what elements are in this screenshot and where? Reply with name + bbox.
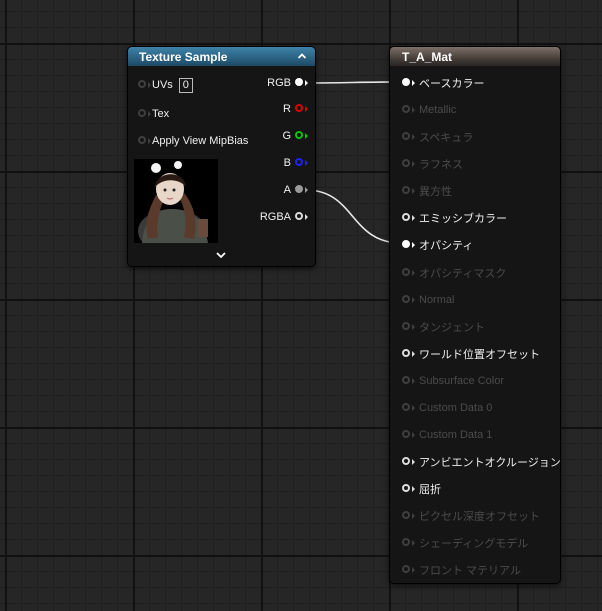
uvs-value-field[interactable]: 0 [178, 77, 193, 93]
material-input-pin[interactable] [402, 78, 416, 88]
rgba-pin[interactable] [295, 212, 309, 222]
output-rgba[interactable]: RGBA [260, 209, 309, 225]
material-input-row[interactable]: タンジェント [402, 319, 485, 335]
material-input-label: Metallic [419, 104, 457, 116]
material-input-row[interactable]: Custom Data 0 [402, 400, 492, 416]
material-input-label: 異方性 [419, 186, 452, 198]
material-input-label: スペキュラ [419, 132, 474, 144]
material-input-row[interactable]: フロント マテリアル [402, 562, 521, 578]
material-input-label: ピクセル深度オフセット [419, 511, 540, 523]
material-input-label: Custom Data 1 [419, 429, 493, 441]
texture-sample-node[interactable]: Texture Sample UVs 0 Tex Apply View MipB… [127, 46, 316, 267]
material-input-pin[interactable] [402, 159, 416, 169]
material-input-row[interactable]: Normal [402, 292, 454, 308]
chevron-up-icon[interactable] [297, 51, 307, 61]
material-header[interactable]: T_A_Mat [390, 47, 560, 66]
material-input-label: タンジェント [419, 322, 485, 334]
material-input-label: オパシティマスク [419, 268, 507, 280]
material-input-pin[interactable] [402, 538, 416, 548]
g-label: G [282, 130, 291, 142]
material-input-row[interactable]: エミッシブカラー [402, 210, 507, 226]
tex-label: Tex [152, 108, 170, 120]
material-input-label: Custom Data 0 [419, 402, 493, 414]
output-a[interactable]: A [284, 182, 309, 198]
g-pin[interactable] [295, 131, 309, 141]
texture-preview-thumbnail [134, 159, 218, 243]
texture-sample-header[interactable]: Texture Sample [128, 47, 315, 66]
r-pin[interactable] [295, 104, 309, 114]
wire-rgb-to-base-color[interactable] [305, 81, 402, 84]
wire-a-to-opacity[interactable] [305, 189, 402, 244]
material-input-pin[interactable] [402, 240, 416, 250]
material-input-label: Subsurface Color [419, 375, 504, 387]
material-input-row[interactable]: ベースカラー [402, 75, 484, 91]
material-input-label: オパシティ [419, 240, 474, 252]
material-input-pin[interactable] [402, 376, 416, 386]
material-input-row[interactable]: オパシティマスク [402, 265, 506, 281]
material-input-row[interactable]: シェーディングモデル [402, 535, 528, 551]
chevron-down-icon[interactable] [215, 250, 227, 260]
material-input-label: Normal [419, 294, 455, 306]
mipbias-pin[interactable] [138, 136, 152, 146]
material-input-pin[interactable] [402, 132, 416, 142]
material-input-pin[interactable] [402, 511, 416, 521]
material-input-row[interactable]: 異方性 [402, 183, 452, 199]
material-input-label: アンビエントオクルージョン [419, 457, 561, 469]
input-tex[interactable]: Tex [138, 106, 169, 122]
uvs-pin[interactable] [138, 80, 152, 90]
r-label: R [283, 103, 291, 115]
output-rgb[interactable]: RGB [267, 75, 309, 91]
material-input-row[interactable]: Custom Data 1 [402, 427, 492, 443]
rgba-label: RGBA [259, 211, 291, 223]
material-input-row[interactable]: ワールド位置オフセット [402, 346, 540, 362]
a-label: A [283, 184, 291, 196]
b-label: B [283, 157, 291, 169]
material-input-row[interactable]: ラフネス [402, 156, 463, 172]
material-input-pin[interactable] [402, 430, 416, 440]
material-input-row[interactable]: ピクセル深度オフセット [402, 508, 540, 524]
mipbias-label: Apply View MipBias [152, 135, 249, 147]
output-b[interactable]: B [284, 155, 309, 171]
material-input-row[interactable]: アンビエントオクルージョン [402, 454, 561, 470]
material-input-pin[interactable] [402, 403, 416, 413]
node-title: T_A_Mat [402, 50, 453, 64]
material-input-label: シェーディングモデル [419, 538, 529, 550]
material-input-row[interactable]: Subsurface Color [402, 373, 504, 389]
material-input-row[interactable]: 屈折 [402, 481, 441, 497]
output-g[interactable]: G [282, 128, 309, 144]
material-input-pin[interactable] [402, 268, 416, 278]
material-input-pin[interactable] [402, 484, 416, 494]
rgb-label: RGB [267, 77, 291, 89]
material-input-label: ラフネス [419, 159, 463, 171]
material-input-row[interactable]: スペキュラ [402, 129, 473, 145]
uvs-label: UVs [152, 79, 173, 91]
material-input-label: ワールド位置オフセット [419, 349, 540, 361]
material-input-pin[interactable] [402, 186, 416, 196]
material-input-pin[interactable] [402, 565, 416, 575]
material-input-label: ベースカラー [419, 78, 485, 90]
material-input-pin[interactable] [402, 213, 416, 223]
rgb-pin[interactable] [295, 78, 309, 88]
material-input-label: フロント マテリアル [419, 565, 521, 577]
material-input-row[interactable]: Metallic [402, 102, 456, 118]
input-apply-view-mipbias[interactable]: Apply View MipBias [138, 133, 248, 149]
input-uvs[interactable]: UVs 0 [138, 77, 193, 93]
a-pin[interactable] [295, 185, 309, 195]
output-r[interactable]: R [283, 101, 309, 117]
material-input-label: 屈折 [419, 484, 441, 496]
material-input-pin[interactable] [402, 105, 416, 115]
tex-pin[interactable] [138, 109, 152, 119]
material-input-pin[interactable] [402, 322, 416, 332]
material-input-row[interactable]: オパシティ [402, 237, 473, 253]
material-input-pin[interactable] [402, 349, 416, 359]
material-input-pin[interactable] [402, 295, 416, 305]
material-result-node[interactable]: T_A_Mat [389, 46, 561, 584]
b-pin[interactable] [295, 158, 309, 168]
node-title: Texture Sample [139, 50, 228, 64]
material-input-label: エミッシブカラー [419, 213, 507, 225]
material-input-pin[interactable] [402, 457, 416, 467]
